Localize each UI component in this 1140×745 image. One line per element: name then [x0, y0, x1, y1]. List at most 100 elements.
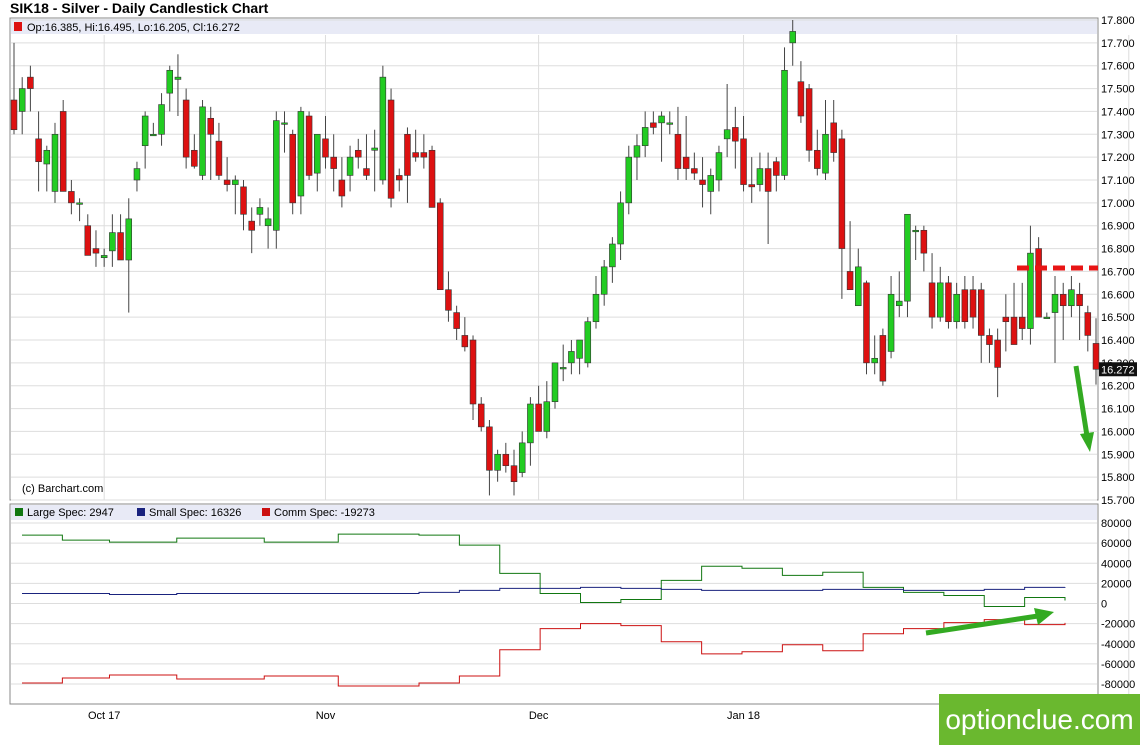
candle-body: [461, 335, 469, 348]
legend-swatch-comm: [262, 508, 270, 516]
candle-body: [84, 225, 92, 256]
price-tick-label: 17.300: [1101, 129, 1135, 141]
candle-body: [346, 156, 354, 176]
price-tick-label: 17.200: [1101, 152, 1135, 164]
candle-body: [199, 106, 206, 176]
candle-body: [1092, 343, 1100, 370]
candle-body: [945, 282, 952, 323]
candle-body: [773, 161, 780, 176]
candle-body: [994, 339, 1001, 368]
candle-body: [305, 115, 313, 176]
candle-body: [76, 202, 83, 205]
candle-body: [896, 300, 903, 307]
price-tick-label: 17.000: [1101, 198, 1135, 210]
price-tick-label: 16.500: [1101, 312, 1135, 324]
candle-body: [338, 179, 346, 197]
candle-body: [674, 133, 682, 169]
candle: [584, 317, 592, 368]
cot-tick-label: 60000: [1101, 538, 1132, 550]
candle-body: [207, 117, 214, 135]
candle-body: [436, 202, 444, 291]
candle: [51, 122, 59, 203]
candle-body: [59, 111, 67, 192]
cot-tick-label: 40000: [1101, 558, 1132, 570]
x-tick-label: Dec: [529, 710, 549, 722]
x-tick-label: Nov: [316, 710, 336, 722]
candle-body: [289, 133, 296, 204]
candle: [863, 280, 870, 375]
price-tick-label: 16.900: [1101, 221, 1135, 233]
candle-body: [855, 266, 862, 307]
candle-body: [322, 138, 329, 158]
candle-body: [486, 426, 493, 471]
candle-body: [174, 76, 182, 80]
candle: [551, 362, 559, 409]
candle-body: [699, 179, 706, 185]
price-tick-label: 17.600: [1101, 61, 1135, 73]
candle-body: [666, 122, 674, 125]
candle-body: [1043, 316, 1051, 319]
cot-y-axis: 80000 60000 40000 20000 0 -20000 -40000 -60000 -…: [1101, 518, 1135, 691]
candle-body: [223, 179, 231, 185]
price-tick-label: 17.800: [1101, 15, 1135, 27]
candle: [289, 129, 296, 215]
candle-body: [969, 289, 977, 318]
candle-body: [256, 207, 264, 215]
ohlc-readout: Op:16.385, Hi:16.495, Lo:16.205, Cl:16.2…: [27, 22, 240, 34]
candle-body: [125, 218, 133, 261]
candle-body: [1059, 293, 1067, 307]
candle-body: [691, 168, 698, 174]
candle-body: [68, 191, 75, 204]
candle-body: [822, 133, 829, 174]
candle-body: [977, 289, 985, 336]
candle-body: [961, 289, 969, 323]
price-tick-label: 15.900: [1101, 449, 1135, 461]
candle: [305, 111, 313, 180]
price-tick-label: 15.800: [1101, 472, 1135, 484]
candle-body: [387, 99, 395, 199]
candle-body: [756, 168, 764, 185]
watermark-logo: optionclue.com: [939, 694, 1140, 745]
ohlc-color-swatch: [14, 22, 22, 31]
candle-body: [453, 312, 460, 329]
price-y-axis: 17.800 17.700 17.600 17.500 17.400 17.300 17.2…: [1101, 15, 1135, 507]
cot-tick-label: -80000: [1101, 679, 1135, 691]
candle-body: [625, 156, 633, 204]
candle-body: [469, 339, 477, 405]
candle: [428, 145, 436, 208]
credit-label: (c) Barchart.com: [22, 483, 103, 495]
candle-body: [240, 186, 247, 215]
candle-body: [797, 81, 805, 117]
legend-large-spec: Large Spec: 2947: [27, 507, 114, 519]
price-tick-label: 17.100: [1101, 175, 1135, 187]
candle-body: [928, 282, 936, 318]
candle-body: [27, 76, 34, 89]
candle-body: [707, 175, 714, 192]
candle-body: [10, 99, 18, 131]
legend-small-spec: Small Spec: 16326: [149, 507, 241, 519]
candle-body: [150, 133, 157, 137]
candle-body: [871, 357, 878, 364]
candle-body: [477, 403, 485, 428]
candle-body: [18, 88, 26, 112]
candle-body: [1051, 293, 1059, 313]
last-price-label: 16.272: [1101, 364, 1135, 376]
candle: [1035, 237, 1042, 318]
candle: [805, 84, 813, 162]
candle-body: [404, 133, 411, 176]
cot-tick-label: -60000: [1101, 659, 1135, 671]
x-axis: Oct 17NovDecJan 18Feb: [88, 710, 966, 722]
candle-body: [494, 453, 501, 471]
candle-body: [51, 133, 59, 192]
candle-body: [838, 138, 846, 249]
candle-body: [551, 362, 559, 403]
candle-body: [682, 156, 690, 169]
candle-body: [527, 403, 534, 444]
candle-body: [920, 229, 928, 254]
candle-body: [641, 127, 649, 147]
candle-body: [600, 266, 608, 295]
candle-body: [1018, 316, 1026, 329]
legend: Large Spec: 2947 Small Spec: 16326 Comm …: [15, 507, 375, 519]
candle-body: [314, 133, 321, 174]
cot-tick-label: -40000: [1101, 639, 1135, 651]
